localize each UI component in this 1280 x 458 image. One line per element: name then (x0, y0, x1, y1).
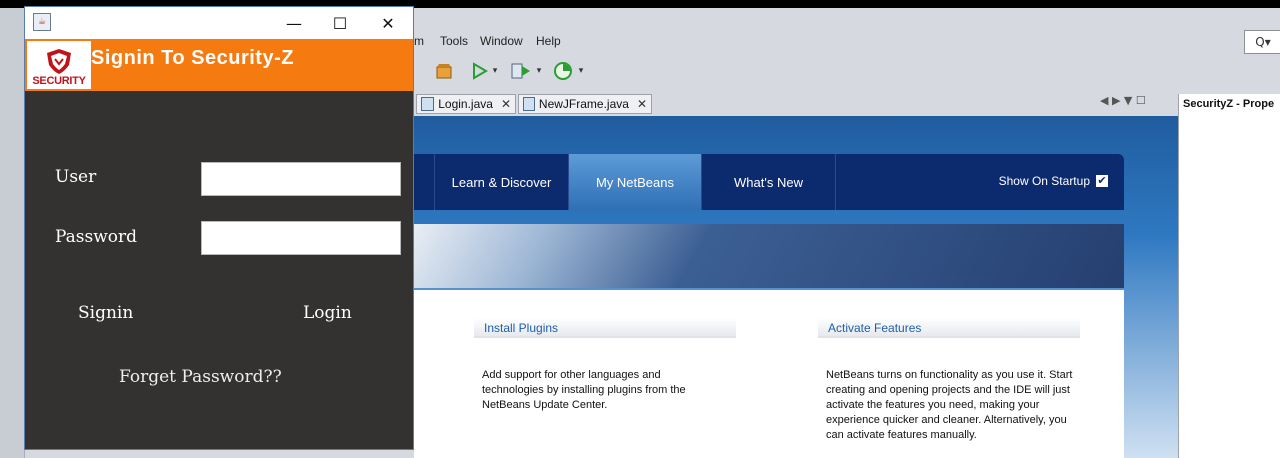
ide-toolbar: ▾ ▾ ▾ (414, 56, 1280, 86)
security-logo: SECURITY (27, 41, 91, 89)
password-label: Password (55, 227, 138, 247)
ide-left-strip (0, 8, 25, 458)
password-input[interactable] (201, 221, 401, 255)
tab-learn-discover[interactable]: Learn & Discover (434, 154, 568, 210)
run-icon[interactable] (466, 58, 492, 84)
install-plugins-text: Add support for other languages and tech… (482, 369, 686, 411)
java-file-icon (523, 97, 535, 111)
shield-icon (47, 49, 71, 74)
activate-features-text: NetBeans turns on functionality as you u… (826, 369, 1073, 441)
signin-dialog: ☕ — ☐ ✕ SECURITY Signin To Security-Z Us… (24, 6, 414, 450)
menu-item-help[interactable]: Help (536, 34, 561, 48)
close-icon[interactable]: ✕ (637, 97, 647, 111)
close-button[interactable]: ✕ (365, 7, 411, 39)
profile-dropdown-icon[interactable]: ▾ (576, 58, 586, 84)
tab-label: NewJFrame.java (538, 97, 629, 111)
run-dropdown-icon[interactable]: ▾ (490, 58, 500, 84)
maximize-button[interactable]: ☐ (317, 7, 363, 39)
ide-search-input[interactable]: Q▾ (1244, 30, 1280, 54)
dialog-title: Signin To Security-Z (91, 47, 294, 69)
activate-features-heading[interactable]: Activate Features (818, 318, 1080, 338)
show-on-startup-label: Show On Startup (998, 174, 1090, 188)
menu-item-window[interactable]: Window (480, 34, 523, 48)
properties-title: SecurityZ - Prope (1183, 98, 1275, 110)
java-app-icon: ☕ (33, 13, 51, 31)
build-icon[interactable] (432, 58, 458, 84)
menu-item-tools[interactable]: Tools (440, 34, 468, 48)
debug-icon[interactable] (508, 58, 534, 84)
login-button[interactable]: Login (303, 303, 352, 323)
signin-button[interactable]: Signin (78, 303, 133, 323)
menu-item-partial[interactable]: m (414, 34, 424, 48)
tab-my-netbeans[interactable]: My NetBeans (568, 154, 701, 210)
profile-icon[interactable] (550, 58, 576, 84)
dialog-titlebar[interactable]: ☕ — ☐ ✕ (25, 7, 413, 39)
logo-text: SECURITY (32, 75, 86, 87)
show-on-startup-toggle[interactable]: Show On Startup ✔ (999, 174, 1108, 188)
editor-tabbar: Login.java ✕ NewJFrame.java ✕ (414, 92, 1174, 116)
debug-dropdown-icon[interactable]: ▾ (534, 58, 544, 84)
user-input[interactable] (201, 162, 401, 196)
close-icon[interactable]: ✕ (501, 97, 511, 111)
tab-label: Login.java (438, 97, 493, 111)
user-label: User (55, 167, 97, 187)
ide-menubar: m Tools Window Help (414, 30, 1280, 54)
start-page-banner (414, 224, 1124, 288)
start-page-content: Install Plugins Add support for other la… (414, 290, 1124, 458)
dialog-header: SECURITY Signin To Security-Z (25, 39, 413, 91)
start-page-nav: Learn & Discover My NetBeans What's New … (414, 154, 1124, 210)
install-plugins-heading[interactable]: Install Plugins (474, 318, 736, 338)
minimize-button[interactable]: — (271, 7, 317, 39)
java-file-icon (421, 97, 435, 111)
properties-pane: SecurityZ - Prope (1178, 94, 1280, 458)
tab-navigation-icons[interactable]: ◀ ▶ ▼ ☐ (1100, 94, 1176, 112)
tab-whats-new[interactable]: What's New (701, 154, 836, 210)
forget-password-link[interactable]: Forget Password?? (119, 367, 282, 387)
tab-newjframe-java[interactable]: NewJFrame.java ✕ (518, 94, 652, 114)
tab-login-java[interactable]: Login.java ✕ (416, 94, 516, 114)
checkbox-icon[interactable]: ✔ (1096, 175, 1108, 187)
